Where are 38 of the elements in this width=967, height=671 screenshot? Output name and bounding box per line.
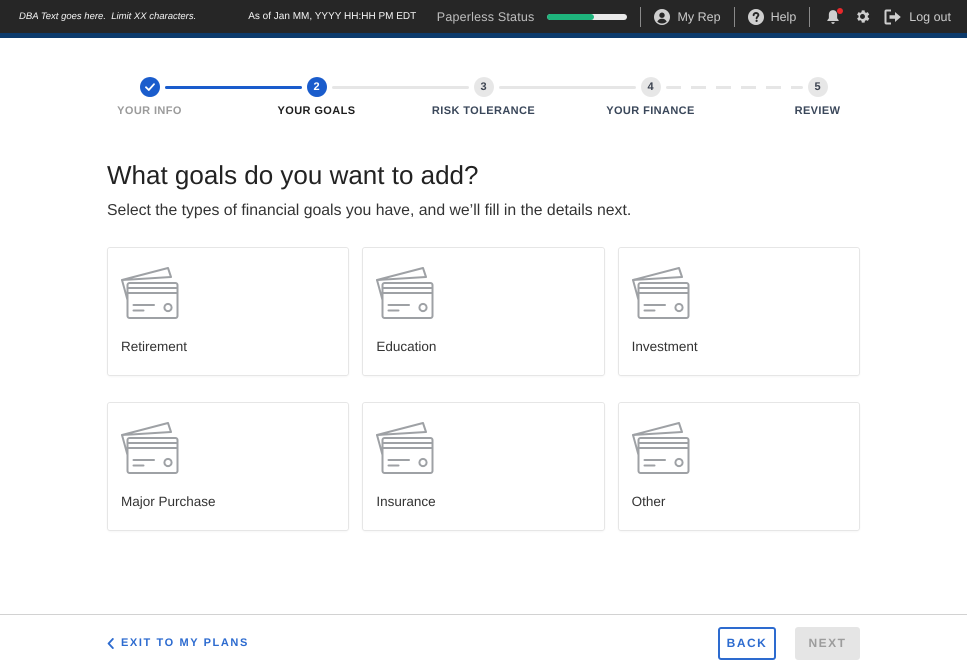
help-link[interactable]: Help bbox=[748, 8, 796, 24]
page-subheading: Select the types of financial goals you have, and we’ll fill in the details next. bbox=[107, 201, 632, 221]
page-heading: What goals do you want to add? bbox=[107, 159, 480, 191]
goal-card[interactable]: Retirement bbox=[107, 247, 350, 376]
check-icon bbox=[144, 83, 154, 91]
step-circle: 4 bbox=[640, 77, 660, 97]
credit-cards-icon bbox=[121, 421, 179, 475]
step-label: YOUR FINANCE bbox=[606, 104, 695, 118]
credit-cards-icon bbox=[376, 421, 434, 475]
step-circle: 5 bbox=[808, 77, 828, 97]
step-circle: 3 bbox=[474, 77, 494, 97]
credit-cards-icon bbox=[632, 266, 690, 320]
step-label: REVIEW bbox=[794, 104, 840, 118]
goal-card[interactable]: Investment bbox=[618, 247, 860, 376]
user-circle-icon bbox=[654, 8, 670, 24]
back-button[interactable]: BACK bbox=[718, 626, 776, 660]
credit-cards-icon bbox=[376, 266, 434, 320]
goal-card[interactable]: Other bbox=[618, 402, 860, 531]
logout-icon bbox=[884, 8, 902, 24]
credit-cards-icon bbox=[632, 421, 690, 475]
goal-card[interactable]: Education bbox=[362, 247, 605, 376]
step-label: YOUR INFO bbox=[117, 104, 182, 118]
step-circle: 2 bbox=[306, 77, 326, 97]
step-label: YOUR GOALS bbox=[278, 104, 356, 118]
goal-card[interactable]: Insurance bbox=[362, 402, 605, 531]
dba-text: DBA Text goes here. Limit XX characters. bbox=[19, 11, 196, 22]
as-of-date: As of Jan MM, YYYY HH:HH PM EDT bbox=[248, 11, 416, 22]
log-out-button[interactable]: Log out bbox=[884, 8, 951, 24]
my-rep-link[interactable]: My Rep bbox=[654, 8, 721, 24]
step-label: RISK TOLERANCE bbox=[432, 104, 536, 118]
paperless-status-label: Paperless Status bbox=[436, 10, 534, 24]
bell-icon[interactable] bbox=[825, 8, 842, 24]
goal-card[interactable]: Major Purchase bbox=[107, 402, 350, 531]
credit-cards-icon bbox=[121, 266, 179, 320]
chevron-left-icon bbox=[107, 638, 114, 648]
exit-link[interactable]: EXIT TO MY PLANS bbox=[107, 637, 249, 649]
help-icon bbox=[748, 8, 764, 24]
settings-icon[interactable] bbox=[854, 8, 872, 25]
